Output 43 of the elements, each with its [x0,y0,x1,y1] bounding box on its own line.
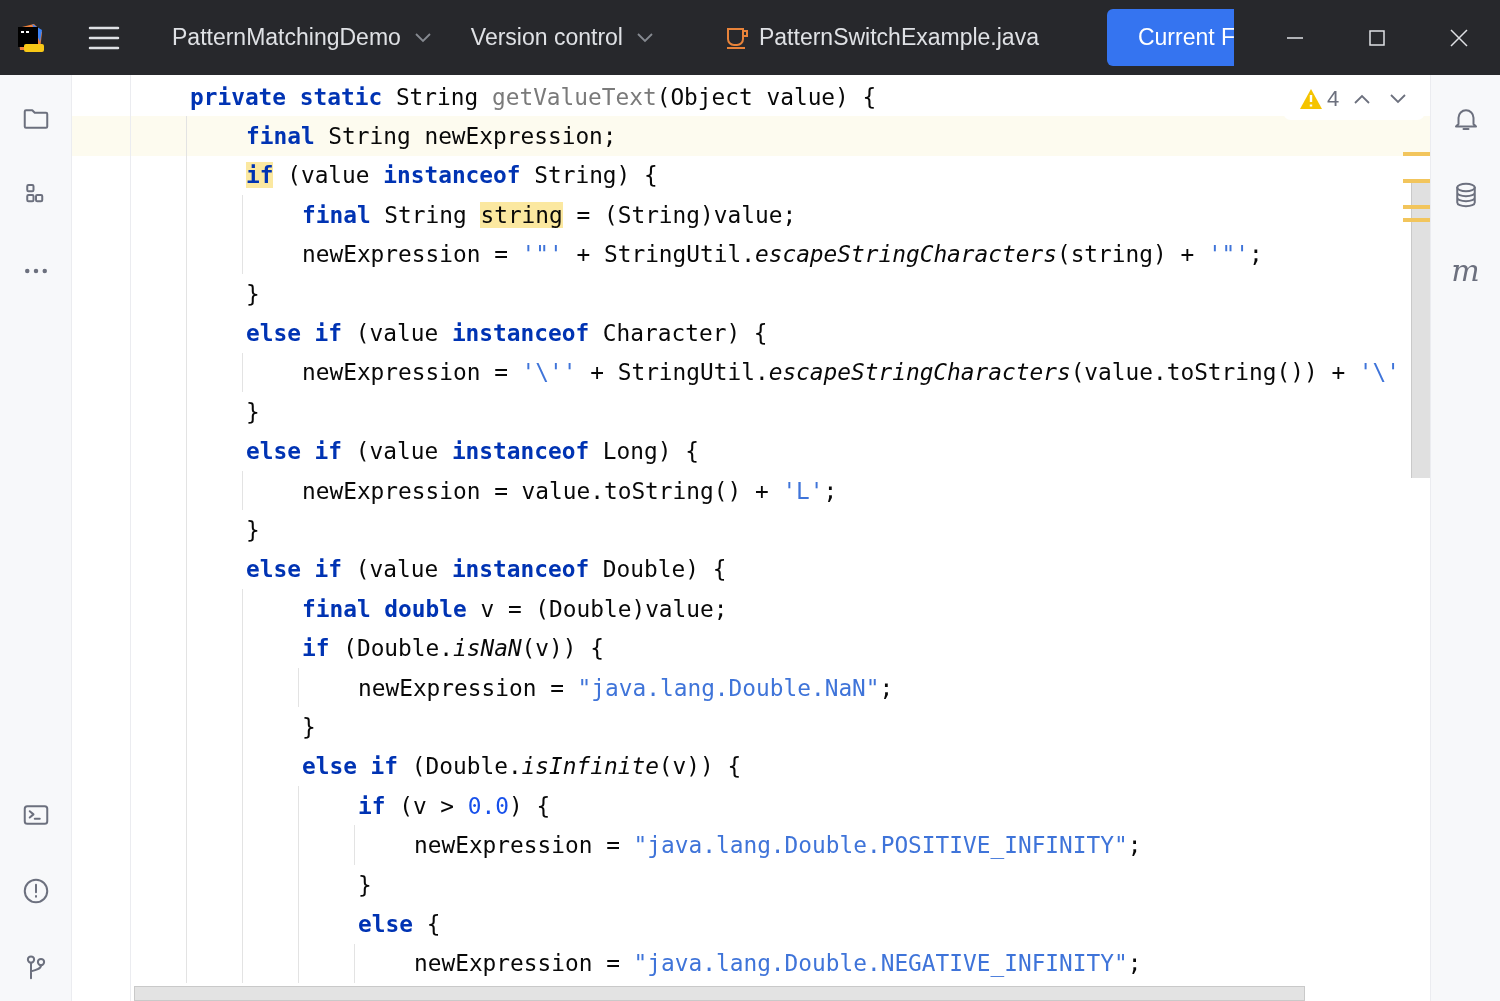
code-line: newExpression = "java.lang.Double.POSITIVE_INFINITY"; [413,832,1142,859]
warning-marker[interactable] [1403,205,1430,209]
chevron-down-icon [414,32,431,43]
file-tab[interactable]: PatternSwitchExample.java [725,24,1039,51]
code-line: newExpression = value.toString() + 'L'; [301,477,838,504]
code-line: else if (Double.isInfinite(v)) { [301,753,742,780]
code-line: final double v = (Double)value; [301,595,728,622]
warning-marker[interactable] [1403,152,1430,156]
code-line: else if (value instanceof Character) { [245,320,768,347]
code-line: final String newExpression; [245,123,617,150]
warning-icon [1299,88,1323,110]
horizontal-scrollbar[interactable] [134,986,1305,1001]
code-line: final String string = (String)value; [301,201,797,228]
vertical-scrollbar[interactable] [1411,180,1430,478]
warnings-counter[interactable]: 4 [1299,86,1340,112]
code-line: if (Double.isNaN(v)) { [301,635,604,662]
code-line: else { [357,910,441,937]
code-line: } [301,713,316,740]
code-line: else if (value instanceof Double) { [245,556,727,583]
chevron-down-icon [1390,94,1407,104]
warning-marker[interactable] [1403,218,1430,222]
code-line: } [245,398,260,425]
warning-marker[interactable] [1403,179,1430,183]
chevron-down-icon [637,32,653,43]
code-line: private static String getValueText(Object value) { [189,83,877,110]
dropdown-menu[interactable]: PatternMatchingDemo [172,24,431,51]
code-line: } [245,517,260,543]
code-line: } [357,871,372,898]
code-line: newExpression = '\'' + StringUtil.escapeStringCharacters(value.toString()) + '\' [301,359,1401,386]
maximize-icon [1369,29,1385,46]
close-icon [1450,28,1468,47]
chevron-up-icon [1354,94,1371,104]
code-line: newExpression = "java.lang.Double.NEGATIVE_INFINITY"; [413,950,1142,977]
dropdown-menu[interactable]: Version control [470,24,653,51]
code-line: if (value instanceof String) { [245,162,658,189]
code-line: newExpression = '"' + StringUtil.escapeStringCharacters(string) + '"'; [301,241,1263,268]
code-line: else if (value instanceof Long) { [245,438,699,465]
maven-button[interactable]: m [1451,251,1480,291]
minimize-icon [1287,36,1303,39]
code-line: } [245,280,260,307]
run-config-button[interactable]: Current F [1106,9,1234,66]
code-line: newExpression = "java.lang.Double.NaN"; [357,674,894,701]
code-line: if (v > 0.0) { [357,792,551,819]
